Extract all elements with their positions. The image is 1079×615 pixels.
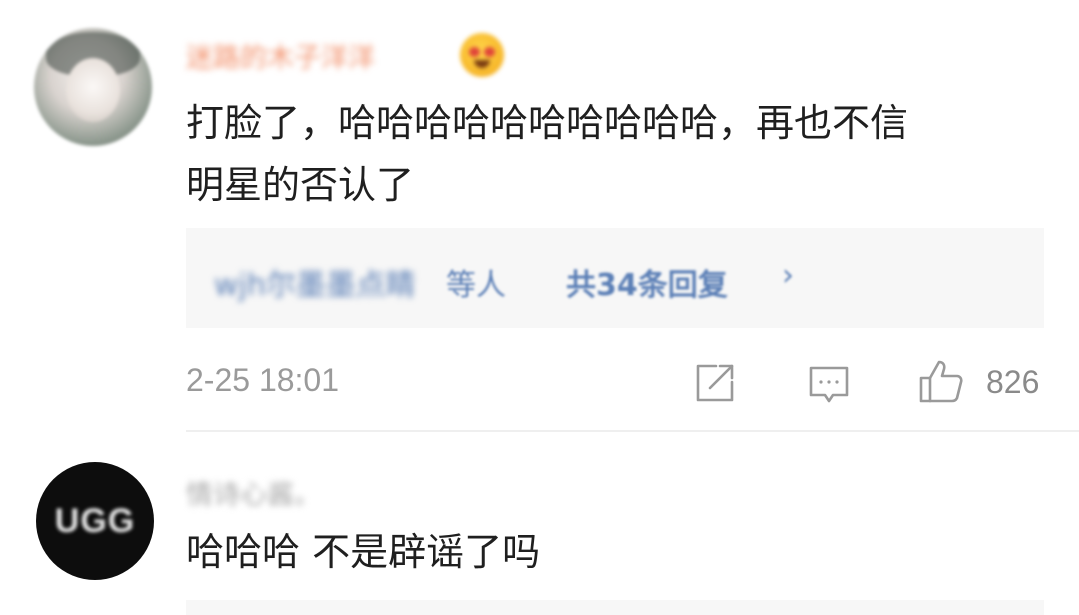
reply-user-names[interactable]: wjh尔墨墨点睛 [214, 260, 416, 304]
timestamp: 2-25 18:01 [186, 362, 340, 398]
avatar[interactable] [34, 28, 152, 146]
comment-icon[interactable] [806, 362, 852, 408]
reply-preview-box[interactable]: wjh尔墨墨点睛 等人 共34条回复 › [186, 228, 1044, 328]
username[interactable]: 情诗心酱。 [186, 473, 321, 512]
repost-icon[interactable] [692, 360, 738, 406]
emoji-eye-right [484, 47, 495, 57]
like-count: 826 [986, 364, 1040, 400]
comment-text: 哈哈哈 不是辟谣了吗 [186, 530, 541, 574]
comment-item: 迷路的木子洋洋 打脸了，哈哈哈哈哈哈哈哈哈哈，再也不信 明星的否认了 wjh尔墨… [0, 0, 1079, 430]
avatar[interactable]: UGG [36, 462, 154, 580]
username[interactable]: 迷路的木子洋洋 [186, 36, 375, 75]
comment-item: UGG 情诗心酱。 哈哈哈 不是辟谣了吗 [0, 432, 1079, 615]
reply-preview-box[interactable] [186, 600, 1044, 615]
thumbs-up-icon[interactable] [916, 356, 966, 406]
heart-eyes-emoji-icon [460, 33, 504, 77]
emoji-mouth [474, 60, 490, 68]
reply-etc-label: 等人 [446, 268, 506, 303]
comment-text: 打脸了，哈哈哈哈哈哈哈哈哈哈，再也不信 明星的否认了 [186, 101, 909, 207]
chevron-right-icon[interactable]: › [782, 258, 794, 293]
emoji-eye-left [469, 47, 480, 57]
avatar-logo-text: UGG [54, 502, 136, 540]
avatar-face [66, 58, 120, 122]
reply-count-link[interactable]: 共34条回复 [566, 260, 728, 304]
